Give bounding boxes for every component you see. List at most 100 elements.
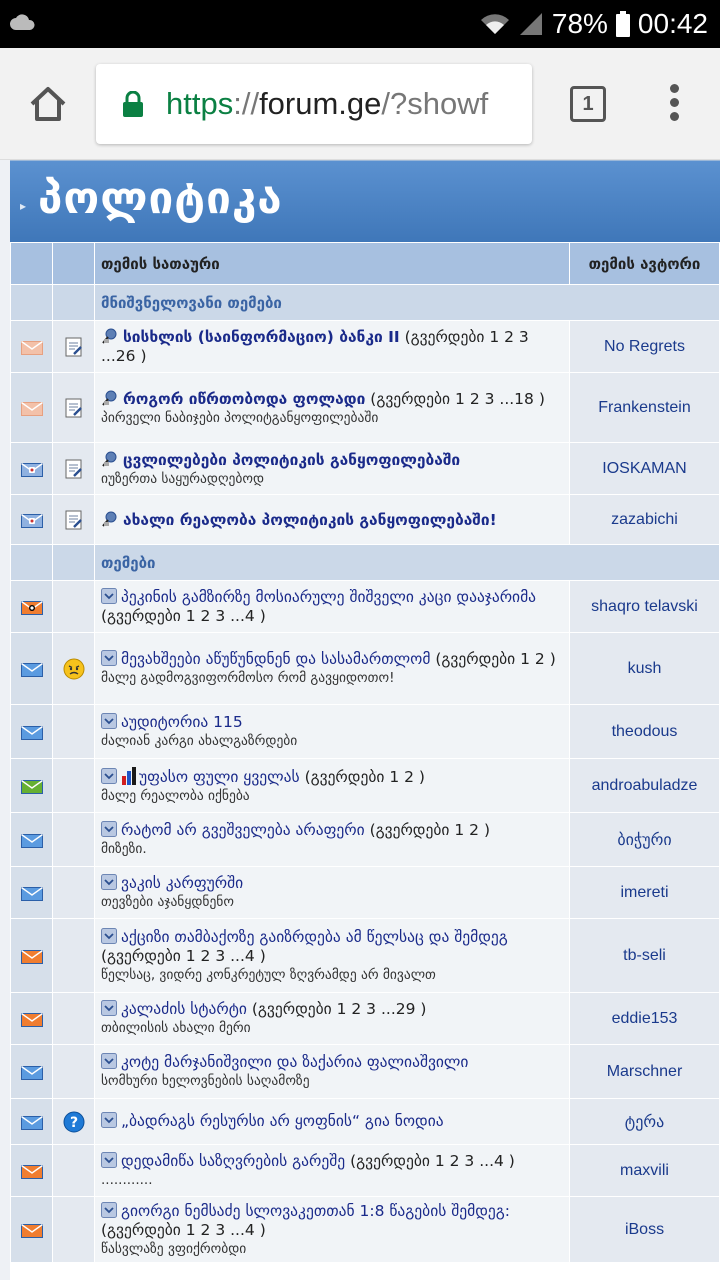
topic-row[interactable]: ? „ბადრაგს რესურსი არ ყოფნის“ გია ნოდია ტე…: [10, 1098, 720, 1145]
topic-author-link[interactable]: iBoss: [569, 1196, 720, 1263]
url-path: /?showf: [381, 86, 489, 121]
topic-title-link[interactable]: რატომ არ გვეშველება არაფერი: [121, 821, 365, 839]
topic-description: თევზები აჯანყდნენო: [101, 894, 234, 910]
topic-row[interactable]: კალაძის სტარტი (გვერდები 1 2 3 ...29 ) თბ…: [10, 992, 720, 1045]
topic-author-link[interactable]: shaqro telavski: [569, 580, 720, 633]
page-links[interactable]: 1 2: [520, 650, 545, 668]
topic-title-link[interactable]: როგორ იწრთობოდა ფოლადი: [123, 390, 365, 408]
topic-title-link[interactable]: მევახშეები აწუწუნდნენ და სასამართლომ: [121, 650, 430, 668]
system-status-bar: 78% 00:42: [0, 0, 720, 48]
url-text[interactable]: https://forum.ge/?showf: [166, 86, 488, 122]
topic-author-link[interactable]: tb-seli: [569, 918, 720, 993]
page-links[interactable]: 1 2 3 ...4: [186, 607, 255, 625]
topic-author-link[interactable]: Frankenstein: [569, 372, 720, 443]
section-pinned-topics: მნიშვნელოვანი თემები: [10, 284, 720, 321]
topic-title-link[interactable]: ვაკის კარფურში: [121, 874, 243, 892]
battery-percent: 78%: [551, 8, 608, 39]
topic-row[interactable]: აქციზი თამბაქოზე გაიზრდება ამ წელსაც და …: [10, 918, 720, 993]
pages-label: (გვერდები: [304, 767, 385, 786]
topic-author-link[interactable]: zazabichi: [569, 494, 720, 545]
topic-author-link[interactable]: ბიჭური: [569, 812, 720, 867]
topic-row[interactable]: სისხლის (საინფორმაციო) ბანკი II (გვერდებ…: [10, 320, 720, 373]
topic-cell: როგორ იწრთობოდა ფოლადი (გვერდები 1 2 3 .…: [94, 372, 570, 443]
topic-description: თბილისის ახალი მერი: [101, 1020, 251, 1036]
topic-title-link[interactable]: სისხლის (საინფორმაციო) ბანკი II: [123, 328, 400, 346]
topic-author-link[interactable]: No Regrets: [569, 320, 720, 373]
topic-icon: [101, 821, 117, 837]
topic-icon: [101, 713, 117, 729]
topic-author-link[interactable]: kush: [569, 632, 720, 705]
topic-title-link[interactable]: აქციზი თამბაქოზე გაიზრდება ამ წელსაც და …: [121, 928, 508, 946]
topic-cell: რატომ არ გვეშველება არაფერი (გვერდები 1 …: [94, 812, 570, 867]
topic-author-link[interactable]: imereti: [569, 866, 720, 919]
topic-title-link[interactable]: „ბადრაგს რესურსი არ ყოფნის“ გია ნოდია: [121, 1112, 444, 1130]
topic-author-link[interactable]: androabuladze: [569, 758, 720, 813]
topic-status-new-icon: [20, 725, 43, 740]
topic-cell: აქციზი თამბაქოზე გაიზრდება ამ წელსაც და …: [94, 918, 570, 993]
section-topics: თემები: [10, 544, 720, 581]
overflow-menu-button[interactable]: [668, 84, 680, 124]
topic-author-link[interactable]: Marschner: [569, 1044, 720, 1099]
topic-title-link[interactable]: კალაძის სტარტი: [121, 1000, 247, 1018]
topic-status-new-icon: [20, 833, 43, 848]
topic-author-link[interactable]: theodous: [569, 704, 720, 759]
pages-close: ): [420, 1000, 427, 1018]
table-header: თემის სათაური თემის ავტორი: [10, 242, 720, 285]
pages-close: ): [549, 650, 556, 668]
question-icon: ?: [63, 1111, 84, 1132]
topic-row[interactable]: პეკინის გამზირზე მოსიარულე შიშველი კაცი …: [10, 580, 720, 633]
topic-title-link[interactable]: დედამიწა საზღვრების გარეშე: [121, 1152, 345, 1170]
topic-row[interactable]: კოტე მარჯანიშვილი და ზაქარია ფალიაშვილი ს…: [10, 1044, 720, 1099]
topic-author-link[interactable]: ტერა: [569, 1098, 720, 1145]
browser-toolbar: https://forum.ge/?showf 1: [0, 48, 720, 160]
pages-label: (გვერდები: [404, 328, 485, 346]
url-separator: ://: [233, 86, 260, 121]
topic-row[interactable]: მევახშეები აწუწუნდნენ და სასამართლომ (გვ…: [10, 632, 720, 705]
topic-title-link[interactable]: კოტე მარჯანიშვილი და ზაქარია ფალიაშვილი: [121, 1053, 468, 1071]
topic-row[interactable]: როგორ იწრთობოდა ფოლადი (გვერდები 1 2 3 .…: [10, 372, 720, 443]
topic-row[interactable]: ცვლილებები პოლიტიკის განყოფილებაში იუზერთ…: [10, 442, 720, 495]
page-links[interactable]: 1 2 3 ...4: [435, 1152, 504, 1170]
topic-status-hot-new-icon: [20, 949, 43, 964]
topic-title-link[interactable]: პეკინის გამზირზე მოსიარულე შიშველი კაცი …: [121, 588, 536, 606]
topic-row[interactable]: დედამიწა საზღვრების გარეშე (გვერდები 1 2…: [10, 1144, 720, 1197]
topic-title-link[interactable]: აუდიტორია 115: [121, 713, 243, 731]
topic-icon: [101, 1201, 117, 1218]
svg-text:?: ?: [69, 1115, 77, 1131]
page-links[interactable]: 1 2 3 ...18: [455, 390, 534, 408]
topic-row[interactable]: უფასო ფული ყველას (გვერდები 1 2 ) მალე რე…: [10, 758, 720, 813]
topic-icon: [101, 1053, 117, 1069]
topic-row[interactable]: ახალი რეალობა პოლიტიკის განყოფილებაში! za…: [10, 494, 720, 545]
page-links[interactable]: 1 2 3 ...4: [186, 947, 255, 965]
home-icon[interactable]: [28, 84, 68, 124]
address-bar[interactable]: https://forum.ge/?showf: [96, 64, 532, 144]
topic-title-link[interactable]: ახალი რეალობა პოლიტიკის განყოფილებაში!: [123, 511, 497, 529]
topic-title-link[interactable]: უფასო ფული ყველას: [139, 768, 300, 786]
topic-row[interactable]: აუდიტორია 115 ძალიან კარგი ახალგაზრდები th…: [10, 704, 720, 759]
topic-cell: პეკინის გამზირზე მოსიარულე შიშველი კაცი …: [94, 580, 570, 633]
topic-author-link[interactable]: eddie153: [569, 992, 720, 1045]
page-links[interactable]: 1 2: [389, 768, 414, 786]
topic-title-link[interactable]: გიორგი ნემსაძე სლოვაკეთთან 1:8 წაგების შ…: [121, 1202, 510, 1220]
topic-author-link[interactable]: IOSKAMAN: [569, 442, 720, 495]
forum-page: ▸ პოლიტიკა თემის სათაური თემის ავტორი მნ…: [0, 160, 720, 1280]
angry-face-icon: [63, 658, 84, 679]
url-scheme: https: [166, 86, 234, 121]
topic-row[interactable]: გიორგი ნემსაძე სლოვაკეთთან 1:8 წაგების შ…: [10, 1196, 720, 1263]
topic-cell: უფასო ფული ყველას (გვერდები 1 2 ) მალე რე…: [94, 758, 570, 813]
column-author-header: თემის ავტორი: [569, 242, 720, 285]
topic-row[interactable]: რატომ არ გვეშველება არაფერი (გვერდები 1 …: [10, 812, 720, 867]
topic-row[interactable]: ვაკის კარფურში თევზები აჯანყდნენო imereti: [10, 866, 720, 919]
topic-title-link[interactable]: ცვლილებები პოლიტიკის განყოფილებაში: [123, 451, 460, 469]
page-links[interactable]: 1 2: [454, 821, 479, 839]
tab-switcher-button[interactable]: 1: [570, 86, 606, 122]
document-icon: [65, 398, 82, 418]
topic-status-hot-new-icon: [20, 1164, 43, 1179]
topic-author-link[interactable]: maxvili: [569, 1144, 720, 1197]
page-links[interactable]: 1 2 3 ...4: [186, 1221, 255, 1239]
pages-label: (გვერდები: [101, 946, 181, 965]
page-links[interactable]: 1 2 3 ...29: [337, 1000, 416, 1018]
topic-cell: გიორგი ნემსაძე სლოვაკეთთან 1:8 წაგების შ…: [94, 1196, 570, 1263]
topic-cell: კოტე მარჯანიშვილი და ზაქარია ფალიაშვილი ს…: [94, 1044, 570, 1099]
topic-icon: [101, 587, 117, 604]
